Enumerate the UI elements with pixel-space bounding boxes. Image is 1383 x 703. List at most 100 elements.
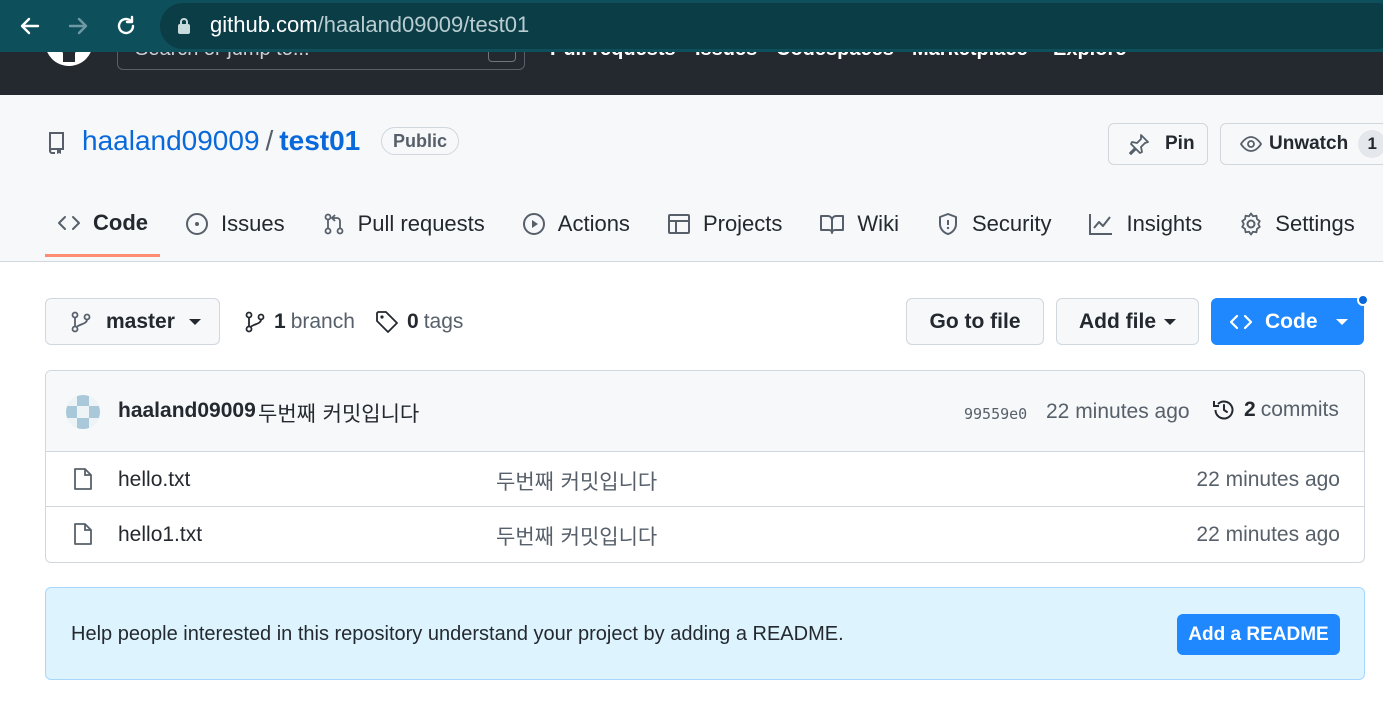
tag-icon xyxy=(376,311,398,333)
pin-icon xyxy=(1127,132,1151,156)
repo-owner-link[interactable]: haaland09009 xyxy=(82,125,260,156)
tab-settings-label: Settings xyxy=(1275,211,1355,236)
gear-icon xyxy=(1241,212,1261,236)
file-icon xyxy=(73,467,93,496)
graph-icon xyxy=(1089,214,1113,235)
branch-label: branch xyxy=(290,310,355,333)
nav-codespaces[interactable]: Codespaces xyxy=(776,52,894,61)
pin-button[interactable]: Pin xyxy=(1108,123,1208,165)
pin-label: Pin xyxy=(1165,133,1195,154)
tab-security[interactable]: Security xyxy=(924,191,1063,257)
nav-issues[interactable]: Issues xyxy=(695,52,757,61)
shield-icon xyxy=(938,213,957,235)
table-icon xyxy=(667,214,690,234)
tab-security-label: Security xyxy=(971,211,1052,236)
tab-wiki-label: Wiki xyxy=(857,211,899,236)
commit-count: 2 xyxy=(1244,398,1256,421)
commit-time: 22 minutes ago xyxy=(1046,400,1190,423)
url-domain: github.com xyxy=(210,12,318,37)
search-placeholder: Search or jump to... xyxy=(135,52,310,61)
visibility-badge: Public xyxy=(381,127,460,155)
code-icon xyxy=(58,215,80,230)
url-text[interactable]: github.com/haaland09009/test01 xyxy=(210,12,529,38)
tags-link[interactable]: 0 tags xyxy=(375,310,463,334)
repo-tabs: Code Issues Pull requests Actions Projec… xyxy=(45,191,1380,261)
chevron-down-icon xyxy=(188,318,201,325)
pull-request-icon xyxy=(324,213,343,235)
chevron-down-icon xyxy=(1336,319,1348,325)
add-file-label: Add file xyxy=(1079,309,1156,333)
notification-dot xyxy=(1357,294,1369,306)
readme-banner: Help people interested in this repositor… xyxy=(45,587,1365,680)
repo-header: haaland09009/test01 Public Pin Unwatch 1… xyxy=(0,95,1383,262)
file-icon xyxy=(73,522,93,551)
tab-actions[interactable]: Actions xyxy=(510,191,642,257)
branch-icon xyxy=(245,311,265,333)
add-readme-button[interactable]: Add a README xyxy=(1177,614,1340,655)
commit-author[interactable]: haaland09009 xyxy=(118,399,256,423)
github-header: Search or jump to... Pull requests Issue… xyxy=(0,52,1383,95)
avatar[interactable] xyxy=(66,395,100,429)
repo-name-link[interactable]: test01 xyxy=(279,125,360,156)
file-commit-time: 22 minutes ago xyxy=(1196,468,1340,491)
watch-counter: 1 xyxy=(1358,130,1383,158)
branch-select-button[interactable]: master xyxy=(45,298,220,345)
chevron-down-icon xyxy=(1164,318,1176,325)
tag-count: 0 xyxy=(407,310,419,333)
forward-arrow-icon[interactable] xyxy=(64,12,92,40)
tab-actions-label: Actions xyxy=(557,211,630,236)
tab-issues[interactable]: Issues xyxy=(173,191,297,257)
repo-separator: / xyxy=(265,125,274,156)
table-row: hello1.txt 두번째 커밋입니다 22 minutes ago xyxy=(46,507,1364,562)
github-logo-icon[interactable] xyxy=(44,52,94,74)
commit-sha[interactable]: 99559e0 xyxy=(964,405,1027,423)
branches-link[interactable]: 1 branch xyxy=(244,310,355,334)
nav-explore[interactable]: Explore xyxy=(1053,52,1126,61)
book-icon xyxy=(820,215,845,234)
code-icon xyxy=(1229,314,1253,329)
eye-icon xyxy=(1239,132,1263,156)
add-file-button[interactable]: Add file xyxy=(1056,298,1199,345)
branch-icon xyxy=(71,311,91,332)
file-name-link[interactable]: hello1.txt xyxy=(118,523,202,547)
unwatch-button[interactable]: Unwatch 1 xyxy=(1220,123,1383,165)
code-button-label: Code xyxy=(1265,309,1318,333)
file-name-link[interactable]: hello.txt xyxy=(118,468,190,492)
nav-marketplace[interactable]: Marketplace xyxy=(912,52,1028,61)
tab-insights[interactable]: Insights xyxy=(1076,191,1214,257)
tab-projects-label: Projects xyxy=(702,211,783,236)
tab-pull-requests[interactable]: Pull requests xyxy=(310,191,497,257)
tab-settings[interactable]: Settings xyxy=(1227,191,1367,257)
go-to-file-button[interactable]: Go to file xyxy=(906,298,1044,345)
tab-projects[interactable]: Projects xyxy=(655,191,794,257)
file-table: haaland09009 두번째 커밋입니다 99559e0 22 minute… xyxy=(45,370,1365,563)
commits-link[interactable]: 2 commits xyxy=(1212,398,1339,422)
slash-key-hint xyxy=(488,52,516,62)
tab-code-label: Code xyxy=(93,209,148,235)
file-commit-message[interactable]: 두번째 커밋입니다 xyxy=(496,521,657,551)
back-arrow-icon[interactable] xyxy=(16,12,44,40)
issue-icon xyxy=(186,213,208,235)
latest-commit-row: haaland09009 두번째 커밋입니다 99559e0 22 minute… xyxy=(46,371,1364,452)
code-dropdown-button[interactable]: Code xyxy=(1211,298,1364,345)
file-commit-message[interactable]: 두번째 커밋입니다 xyxy=(496,466,657,496)
tab-issues-label: Issues xyxy=(221,211,285,236)
tag-label: tags xyxy=(423,310,464,333)
lock-icon xyxy=(177,17,191,40)
repo-title: haaland09009/test01 xyxy=(82,125,360,157)
url-path: /haaland09009/test01 xyxy=(317,12,530,37)
branch-name: master xyxy=(106,309,175,333)
repo-icon xyxy=(47,131,67,160)
reload-icon[interactable] xyxy=(112,12,140,40)
browser-toolbar: github.com/haaland09009/test01 xyxy=(0,0,1383,52)
nav-pull-requests[interactable]: Pull requests xyxy=(550,52,676,61)
tab-code[interactable]: Code xyxy=(45,191,160,257)
unwatch-label: Unwatch xyxy=(1269,133,1349,154)
table-row: hello.txt 두번째 커밋입니다 22 minutes ago xyxy=(46,452,1364,507)
tab-wiki[interactable]: Wiki xyxy=(807,191,911,257)
commit-message[interactable]: 두번째 커밋입니다 xyxy=(258,398,419,428)
play-icon xyxy=(522,213,545,235)
tab-insights-label: Insights xyxy=(1126,211,1203,236)
tab-pull-requests-label: Pull requests xyxy=(357,211,485,236)
readme-prompt-text: Help people interested in this repositor… xyxy=(71,623,844,645)
